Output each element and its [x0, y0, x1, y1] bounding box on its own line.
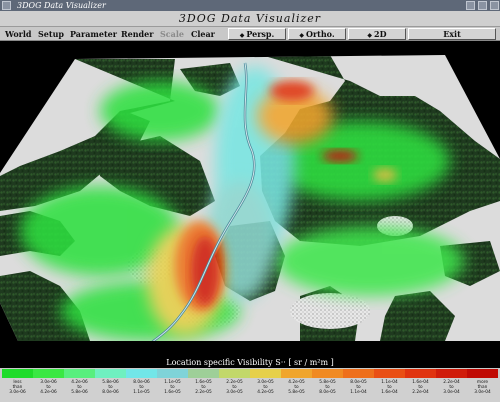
diamond-icon: ◆	[299, 32, 304, 39]
legend-colorbar	[2, 369, 498, 378]
legend-tick-label: 2.2e-05 to 3.0e-05	[219, 378, 250, 402]
perspective-label: Persp.	[246, 29, 275, 39]
legend-tick-line: 1.6e-05	[164, 390, 181, 395]
legend-tick-label: less than 3.0e-06	[2, 378, 33, 402]
legend-ticks: less than 3.0e-06 3.0e-06 to 4.2e-06 4.2e-06 to…	[0, 378, 500, 402]
legend-swatch	[126, 369, 157, 378]
legend-swatch	[2, 369, 33, 378]
legend-tick-label: 1.6e-05 to 2.2e-05	[188, 378, 219, 402]
app-title: 3DOG Data Visualizer	[0, 11, 500, 27]
legend-tick-label: 3.0e-05 to 4.2e-05	[250, 378, 281, 402]
menu-parameter[interactable]: Parameter	[70, 27, 117, 41]
terrain-render	[0, 41, 500, 357]
render-viewport[interactable]	[0, 41, 500, 357]
legend-tick-label: 4.2e-06 to 5.8e-06	[64, 378, 95, 402]
legend-swatch	[250, 369, 281, 378]
maximize-icon[interactable]	[478, 1, 487, 10]
legend-swatch	[374, 369, 405, 378]
legend-tick-line: 4.2e-06	[40, 390, 57, 395]
legend-tick-label: 1.1e-05 to 1.6e-05	[157, 378, 188, 402]
2d-label: 2D	[374, 29, 387, 39]
legend-swatch	[467, 369, 498, 378]
legend-tick-line: 3.0e-06	[9, 390, 26, 395]
legend-swatch	[436, 369, 467, 378]
legend-swatch	[343, 369, 374, 378]
menu-render[interactable]: Render	[121, 27, 153, 41]
legend-tick-label: 1.6e-04 to 2.2e-04	[405, 378, 436, 402]
legend-swatch	[95, 369, 126, 378]
legend-tick-label: 8.0e-05 to 1.1e-04	[343, 378, 374, 402]
diamond-icon: ◆	[367, 32, 373, 39]
ortho-label: Ortho.	[305, 29, 335, 39]
legend-title: Location specific Visibility S·· [ sr / …	[0, 357, 500, 368]
legend-tick-line: 8.0e-05	[319, 390, 336, 395]
legend-tick-line: 2.2e-05	[195, 390, 212, 395]
legend-swatch	[33, 369, 64, 378]
legend-tick-label: 8.0e-06 to 1.1e-05	[126, 378, 157, 402]
legend-swatch	[312, 369, 343, 378]
menu-clear[interactable]: Clear	[191, 27, 215, 41]
2d-button[interactable]: ◆ 2D	[348, 28, 406, 40]
menu-world[interactable]: World	[5, 27, 32, 41]
legend-tick-line: 8.0e-06	[102, 390, 119, 395]
legend-swatch	[405, 369, 436, 378]
legend-tick-line: 5.8e-06	[71, 390, 88, 395]
legend-tick-line: 1.1e-05	[133, 390, 150, 395]
diamond-icon: ◆	[239, 32, 245, 39]
legend-tick-line: 2.2e-04	[412, 390, 429, 395]
legend-tick-label: 3.0e-06 to 4.2e-06	[33, 378, 64, 402]
legend-tick-label: 4.2e-05 to 5.8e-05	[281, 378, 312, 402]
legend-swatch	[157, 369, 188, 378]
window-titlebar[interactable]: 3DOG Data Visualizer	[0, 0, 500, 11]
exit-button[interactable]: Exit	[408, 28, 496, 40]
legend-swatch	[64, 369, 95, 378]
minimize-icon[interactable]	[466, 1, 475, 10]
menu-scale[interactable]: Scale	[160, 27, 184, 41]
legend-tick-line: 4.2e-05	[257, 390, 274, 395]
legend-swatch	[219, 369, 250, 378]
legend-tick-line: 3.0e-05	[226, 390, 243, 395]
ortho-button[interactable]: ◆ Ortho.	[288, 28, 346, 40]
menu-setup[interactable]: Setup	[38, 27, 64, 41]
legend-tick-label: 1.1e-04 to 1.6e-04	[374, 378, 405, 402]
perspective-button[interactable]: ◆ Persp.	[228, 28, 286, 40]
legend-tick-line: 1.6e-04	[381, 390, 398, 395]
legend-swatch	[281, 369, 312, 378]
window-title: 3DOG Data Visualizer	[17, 1, 106, 10]
legend-tick-line: 5.8e-05	[288, 390, 305, 395]
menubar: World Setup Parameter Render Scale Clear…	[0, 27, 500, 41]
legend-tick-line: 3.0e-04	[474, 390, 491, 395]
legend-tick-label: 5.8e-06 to 8.0e-06	[95, 378, 126, 402]
close-icon[interactable]	[490, 1, 499, 10]
legend-tick-line: 3.0e-04	[443, 390, 460, 395]
legend-tick-line: 1.1e-04	[350, 390, 367, 395]
legend-tick-label: more than 3.0e-04	[467, 378, 498, 402]
legend-tick-label: 5.8e-05 to 8.0e-05	[312, 378, 343, 402]
window-menu-icon[interactable]	[2, 1, 11, 10]
legend-swatch	[188, 369, 219, 378]
app-window: 3DOG Data Visualizer 3DOG Data Visualize…	[0, 0, 500, 402]
legend-tick-label: 2.2e-04 to 3.0e-04	[436, 378, 467, 402]
